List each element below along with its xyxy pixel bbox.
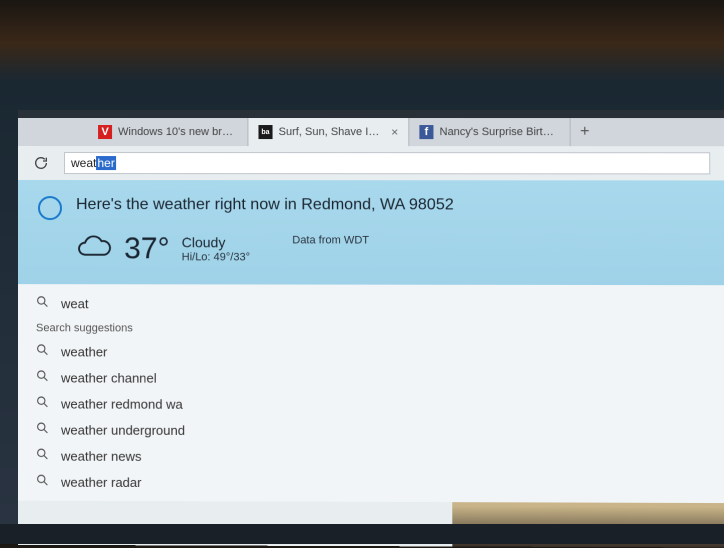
suggestion-text: weather redmond wa	[61, 396, 183, 411]
temperature-value: 37°	[124, 232, 170, 266]
search-icon	[36, 474, 49, 490]
condition-text: Cloudy	[182, 234, 250, 251]
address-autocomplete-text: her	[96, 156, 115, 170]
suggestion-text: weat	[61, 296, 89, 311]
suggestions-panel: weat Search suggestions weather weather …	[18, 284, 724, 503]
search-icon	[36, 421, 49, 437]
data-source-text: Data from WDT	[292, 234, 369, 246]
suggestion-item[interactable]: weather	[18, 338, 724, 366]
cortana-heading: Here's the weather right now in Redmond,…	[76, 196, 454, 214]
suggestion-text: weather channel	[61, 370, 157, 385]
suggestion-text: weather news	[61, 448, 141, 463]
window-titlebar	[18, 110, 724, 118]
tab-label: Windows 10's new browser w...	[118, 126, 237, 138]
suggestion-text: weather	[61, 344, 107, 359]
monitor-bezel	[0, 524, 724, 544]
suggestion-item[interactable]: weather radar	[18, 469, 724, 497]
address-bar[interactable]: weather	[64, 152, 710, 174]
tab-label: Surf, Sun, Shave Ice, and...	[279, 126, 382, 138]
tab-strip: V Windows 10's new browser w... ba Surf,…	[18, 118, 724, 146]
cloud-icon	[76, 233, 112, 266]
tab-2[interactable]: ba Surf, Sun, Shave Ice, and... ×	[248, 118, 409, 146]
browser-window: V Windows 10's new browser w... ba Surf,…	[18, 110, 724, 547]
suggestion-text: weather underground	[61, 422, 185, 437]
search-icon	[36, 395, 49, 411]
suggestion-item[interactable]: weather redmond wa	[18, 390, 724, 418]
refresh-icon	[33, 155, 49, 171]
cortana-icon	[38, 196, 62, 220]
hilo-text: Hi/Lo: 49°/33°	[182, 251, 250, 264]
favicon-icon: ba	[258, 125, 272, 139]
refresh-button[interactable]	[32, 154, 50, 172]
search-icon	[36, 343, 49, 359]
tab-1[interactable]: V Windows 10's new browser w...	[88, 118, 248, 146]
suggestion-item[interactable]: weather channel	[18, 364, 724, 392]
suggestion-item[interactable]: weather underground	[18, 416, 724, 444]
close-icon[interactable]: ×	[391, 125, 398, 139]
tab-label: Nancy's Surprise Birthday Par...	[440, 126, 560, 138]
suggestion-top[interactable]: weat	[18, 290, 724, 317]
cortana-answer-panel: Here's the weather right now in Redmond,…	[18, 180, 724, 285]
tab-3[interactable]: f Nancy's Surprise Birthday Par...	[409, 118, 570, 146]
suggestions-header: Search suggestions	[18, 316, 724, 339]
search-icon	[36, 448, 49, 464]
search-icon	[36, 295, 49, 311]
suggestion-item[interactable]: weather news	[18, 442, 724, 470]
favicon-icon: f	[419, 125, 433, 139]
toolbar: weather	[18, 146, 724, 180]
address-typed-text: weat	[71, 156, 96, 170]
suggestion-text: weather radar	[61, 474, 141, 489]
search-icon	[36, 369, 49, 385]
new-tab-button[interactable]: +	[571, 123, 599, 141]
weather-summary: 37° Cloudy Hi/Lo: 49°/33° Data from WDT	[76, 232, 704, 267]
favicon-icon: V	[98, 125, 112, 139]
